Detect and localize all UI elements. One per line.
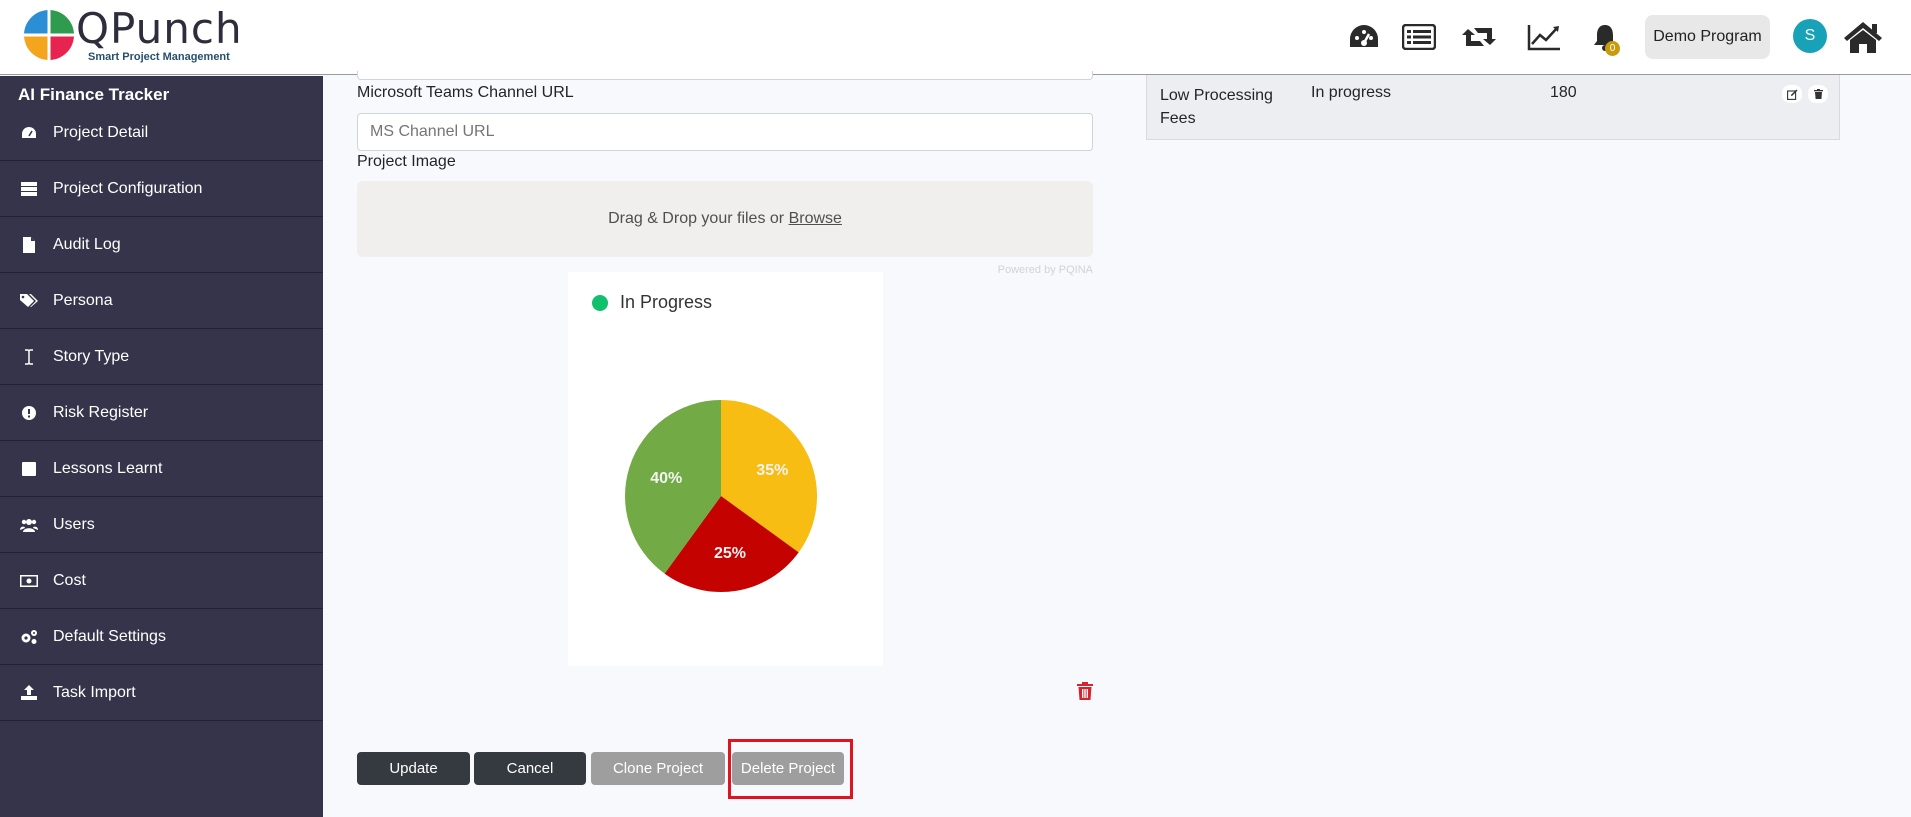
sidebar-item-default-settings[interactable]: Default Settings [0, 609, 323, 665]
sidebar-item-label: Persona [53, 291, 113, 309]
delete-row-icon[interactable] [1808, 85, 1828, 103]
brand-name: QPunch [76, 4, 243, 53]
project-image-preview: In Progress 35% 25% 40% [568, 272, 883, 666]
sidebar-item-label: Users [53, 515, 95, 533]
retweet-icon[interactable] [1460, 18, 1498, 56]
sidebar-item-project-detail[interactable]: Project Detail [0, 105, 323, 161]
project-image-label: Project Image [357, 153, 456, 170]
table-row: Low Processing Fees In progress 180 [1146, 75, 1840, 140]
exclamation-circle-icon [20, 404, 38, 422]
cogs-icon [20, 628, 38, 646]
pie-slice-label: 25% [714, 545, 746, 562]
sidebar-item-story-type[interactable]: Story Type [0, 329, 323, 385]
value-cell: 180 [1550, 84, 1577, 101]
avatar[interactable]: S [1793, 19, 1827, 53]
chart-line-icon[interactable] [1527, 18, 1561, 56]
description-textarea[interactable] [357, 71, 1093, 80]
users-icon [20, 516, 38, 534]
sidebar-item-label: Story Type [53, 347, 130, 365]
image-dropzone[interactable]: Drag & Drop your files or Browse [357, 181, 1093, 257]
cancel-button[interactable]: Cancel [474, 752, 586, 785]
edit-icon[interactable] [1782, 85, 1802, 103]
money-icon [20, 572, 38, 590]
sidebar-item-persona[interactable]: Persona [0, 273, 323, 329]
sidebar-item-users[interactable]: Users [0, 497, 323, 553]
update-button[interactable]: Update [357, 752, 470, 785]
project-title: AI Finance Tracker [18, 85, 170, 104]
clone-project-button[interactable]: Clone Project [591, 752, 725, 785]
sidebar-item-label: Default Settings [53, 627, 166, 645]
risk-name-cell: Low Processing Fees [1160, 87, 1273, 127]
highlight-box [728, 739, 853, 799]
browse-link[interactable]: Browse [789, 210, 842, 227]
sidebar-item-cost[interactable]: Cost [0, 553, 323, 609]
powered-by-label: Powered by PQINA [997, 264, 1093, 276]
notification-badge: 0 [1605, 41, 1620, 56]
sidebar-item-risk-register[interactable]: Risk Register [0, 385, 323, 441]
sidebar-item-label: Cost [53, 571, 86, 589]
sidebar: AI Finance Tracker Project Detail Projec… [0, 76, 323, 817]
list-icon[interactable] [1402, 18, 1436, 56]
dropzone-text: Drag & Drop your files or [608, 210, 789, 227]
dashboard-icon[interactable] [1348, 18, 1380, 56]
pie-slice-label: 35% [756, 462, 788, 479]
brand-tagline: Smart Project Management [88, 51, 230, 63]
teams-url-label: Microsoft Teams Channel URL [357, 84, 574, 101]
i-cursor-icon [20, 348, 38, 366]
square-icon [20, 460, 38, 478]
remove-image-icon[interactable] [1077, 682, 1093, 705]
pie-slice-label: 40% [650, 470, 682, 487]
home-icon[interactable] [1843, 18, 1883, 56]
top-navbar: QPunch Smart Project Management 0 Demo P… [0, 0, 1911, 75]
sidebar-item-project-configuration[interactable]: Project Configuration [0, 161, 323, 217]
sidebar-item-lessons-learnt[interactable]: Lessons Learnt [0, 441, 323, 497]
teams-url-input[interactable] [357, 113, 1093, 151]
sidebar-item-label: Lessons Learnt [53, 459, 163, 477]
tachometer-icon [20, 124, 38, 142]
upload-icon [20, 684, 38, 702]
tags-icon [20, 292, 38, 310]
sidebar-item-audit-log[interactable]: Audit Log [0, 217, 323, 273]
sidebar-item-label: Audit Log [53, 235, 121, 253]
qpunch-logo-icon[interactable] [24, 10, 74, 60]
program-selector-button[interactable]: Demo Program [1645, 15, 1770, 59]
file-icon [20, 236, 38, 254]
pie-chart: 35% 25% 40% [625, 400, 817, 592]
server-icon [20, 180, 38, 198]
sidebar-item-label: Risk Register [53, 403, 149, 421]
sidebar-item-task-import[interactable]: Task Import [0, 665, 323, 721]
sidebar-item-label: Project Configuration [53, 179, 203, 197]
status-cell: In progress [1311, 84, 1392, 101]
sidebar-item-label: Task Import [53, 683, 136, 701]
sidebar-item-label: Project Detail [53, 123, 149, 141]
